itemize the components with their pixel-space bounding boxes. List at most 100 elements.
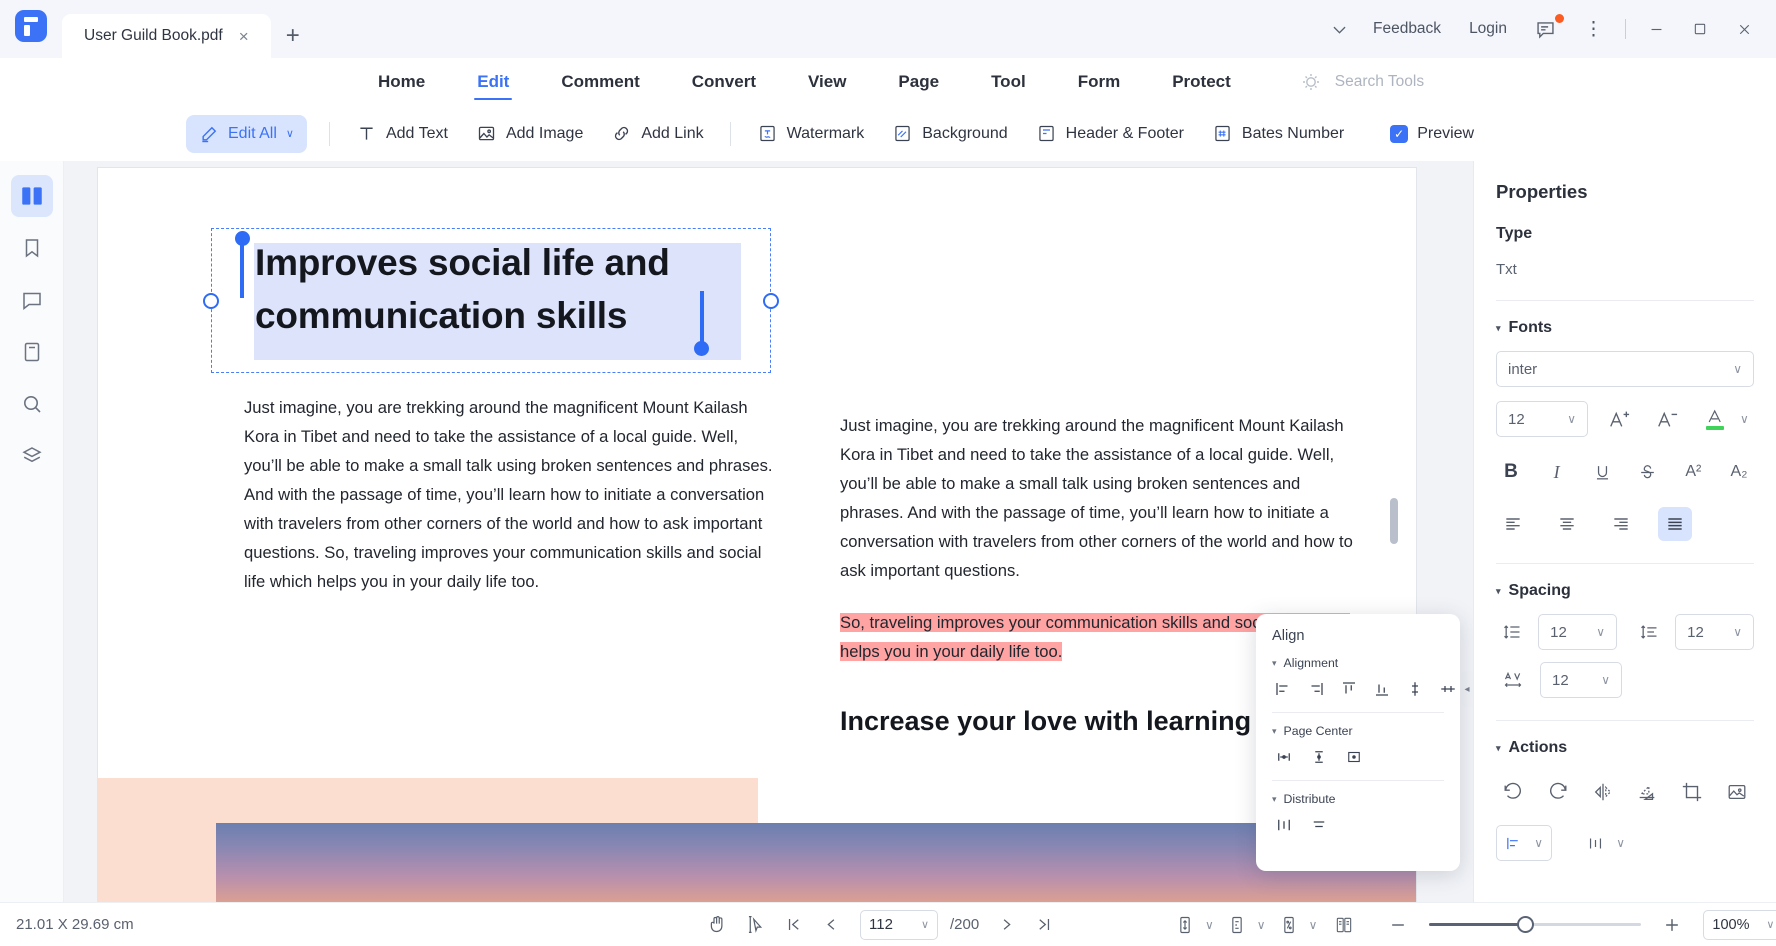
scroll-mode-dropdown[interactable]: ∨ — [1168, 910, 1214, 940]
distribute-section-header[interactable]: ▾ Distribute — [1272, 792, 1444, 806]
superscript-button[interactable]: A² — [1678, 457, 1708, 487]
align-bottom-icon[interactable] — [1373, 679, 1391, 699]
sidebar-item-bookmarks[interactable] — [11, 227, 53, 269]
paragraph-spacing-select[interactable]: 12 ∨ — [1675, 614, 1754, 650]
search-tools-input[interactable]: Search Tools — [1335, 73, 1424, 91]
replace-image-icon[interactable] — [1720, 775, 1754, 809]
distribute-objects-dropdown[interactable]: ∨ — [1578, 825, 1634, 861]
maximize-button[interactable] — [1678, 0, 1722, 58]
character-spacing-select[interactable]: 12 ∨ — [1540, 662, 1622, 698]
close-window-button[interactable] — [1722, 0, 1766, 58]
new-tab-button[interactable]: + — [271, 14, 315, 58]
text-selection-box[interactable]: Improves social life and communication s… — [211, 228, 771, 373]
align-top-icon[interactable] — [1340, 679, 1358, 699]
menu-protect[interactable]: Protect — [1146, 58, 1257, 106]
feedback-button[interactable]: Feedback — [1359, 0, 1455, 58]
edit-all-button[interactable]: Edit All ∨ — [186, 115, 307, 153]
search-tools[interactable]: Search Tools — [1299, 70, 1424, 94]
subscript-button[interactable]: A₂ — [1724, 457, 1754, 487]
watermark-button[interactable]: Watermark — [743, 115, 879, 153]
increase-font-size-icon[interactable] — [1602, 402, 1636, 436]
align-right-button[interactable] — [1604, 507, 1638, 541]
font-color-icon[interactable] — [1698, 402, 1732, 436]
align-justify-button[interactable] — [1658, 507, 1692, 541]
scroll-mode-icon[interactable] — [1168, 910, 1202, 940]
resize-handle-right[interactable] — [763, 293, 779, 309]
add-image-button[interactable]: Add Image — [462, 115, 597, 153]
document-photo[interactable] — [216, 823, 1416, 902]
preview-toggle[interactable]: ✓ Preview — [1376, 115, 1488, 153]
zoom-level-dropdown[interactable]: 100% ∨ — [1703, 910, 1776, 940]
zoom-fit-icon[interactable] — [1272, 910, 1306, 940]
align-center-button[interactable] — [1550, 507, 1584, 541]
page-layout-dropdown[interactable]: ∨ — [1220, 910, 1266, 940]
italic-button[interactable]: I — [1542, 457, 1572, 487]
message-icon[interactable] — [1521, 0, 1570, 58]
flip-horizontal-icon[interactable] — [1586, 775, 1620, 809]
sidebar-item-thumbnails[interactable] — [11, 175, 53, 217]
select-tool-icon[interactable] — [738, 910, 772, 940]
align-objects-dropdown[interactable]: ∨ — [1496, 825, 1552, 861]
font-family-select[interactable]: inter ∨ — [1496, 351, 1754, 387]
bold-button[interactable]: B — [1496, 457, 1526, 487]
decrease-font-size-icon[interactable] — [1650, 402, 1684, 436]
menu-form[interactable]: Form — [1052, 58, 1147, 106]
zoom-out-button[interactable] — [1381, 910, 1415, 940]
zoom-slider[interactable] — [1429, 910, 1641, 940]
page-number-input[interactable]: 112 ∨ — [860, 910, 938, 940]
line-spacing-select[interactable]: 12 ∨ — [1538, 614, 1617, 650]
last-page-button[interactable] — [1027, 910, 1061, 940]
checkbox-icon[interactable]: ✓ — [1390, 125, 1408, 143]
sidebar-item-attachments[interactable] — [11, 331, 53, 373]
add-text-button[interactable]: Add Text — [342, 115, 462, 153]
page-center-horizontal-icon[interactable] — [1274, 747, 1294, 767]
chevron-down-icon[interactable]: ∨ — [1740, 412, 1749, 426]
sidebar-item-comments[interactable] — [11, 279, 53, 321]
next-page-button[interactable] — [989, 910, 1023, 940]
underline-button[interactable] — [1587, 457, 1617, 487]
previous-page-button[interactable] — [814, 910, 848, 940]
add-link-button[interactable]: Add Link — [597, 115, 717, 153]
slider-knob[interactable] — [1517, 916, 1534, 933]
properties-collapse-handle[interactable]: ◂ — [1461, 671, 1473, 707]
align-left-icon[interactable] — [1274, 679, 1292, 699]
rotate-right-icon[interactable] — [1541, 775, 1575, 809]
spacing-section-header[interactable]: ▾ Spacing — [1496, 582, 1754, 600]
selection-caret-start-dot[interactable] — [235, 231, 250, 246]
pdf-page[interactable]: Improves social life and communication s… — [98, 168, 1416, 902]
rotate-left-icon[interactable] — [1496, 775, 1530, 809]
page-layout-icon[interactable] — [1220, 910, 1254, 940]
more-options-icon[interactable]: ⋮ — [1570, 0, 1617, 58]
flip-vertical-icon[interactable] — [1630, 775, 1664, 809]
menu-home[interactable]: Home — [352, 58, 451, 106]
sidebar-item-search[interactable] — [11, 383, 53, 425]
zoom-mode-dropdown[interactable]: ∨ — [1272, 910, 1318, 940]
minimize-button[interactable] — [1634, 0, 1678, 58]
page-center-section-header[interactable]: ▾ Page Center — [1272, 724, 1444, 738]
login-button[interactable]: Login — [1455, 0, 1521, 58]
page-center-vertical-icon[interactable] — [1309, 747, 1329, 767]
background-button[interactable]: Background — [878, 115, 1021, 153]
zoom-in-button[interactable] — [1655, 910, 1689, 940]
page-center-both-icon[interactable] — [1344, 747, 1364, 767]
fonts-section-header[interactable]: ▾ Fonts — [1496, 319, 1754, 337]
align-left-button[interactable] — [1496, 507, 1530, 541]
alignment-section-header[interactable]: ▾ Alignment — [1272, 656, 1444, 670]
selection-caret-end-dot[interactable] — [694, 341, 709, 356]
menu-convert[interactable]: Convert — [666, 58, 782, 106]
header-footer-button[interactable]: Header & Footer — [1022, 115, 1198, 153]
font-size-select[interactable]: 12 ∨ — [1496, 401, 1588, 437]
align-horizontal-center-icon[interactable] — [1439, 679, 1457, 699]
distribute-horizontal-icon[interactable] — [1274, 815, 1294, 835]
menu-page[interactable]: Page — [872, 58, 965, 106]
document-tab[interactable]: User Guild Book.pdf × — [62, 14, 271, 58]
menu-view[interactable]: View — [782, 58, 872, 106]
close-icon[interactable]: × — [233, 25, 255, 47]
first-page-button[interactable] — [776, 910, 810, 940]
distribute-vertical-icon[interactable] — [1309, 815, 1329, 835]
chevron-down-icon[interactable] — [1320, 0, 1359, 58]
strikethrough-button[interactable] — [1633, 457, 1663, 487]
crop-icon[interactable] — [1675, 775, 1709, 809]
menu-comment[interactable]: Comment — [535, 58, 665, 106]
hand-tool-icon[interactable] — [700, 910, 734, 940]
